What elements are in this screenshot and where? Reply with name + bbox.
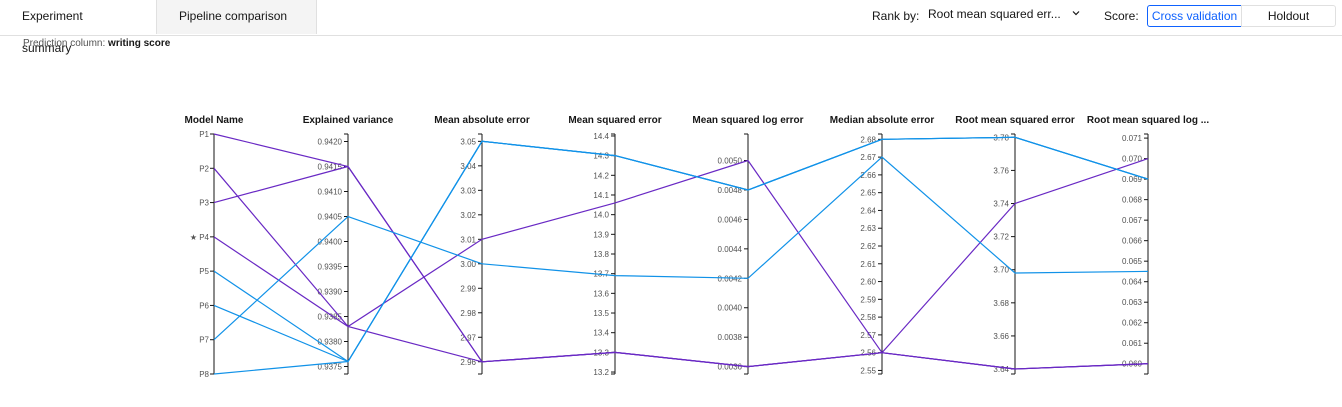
tick-label: 2.67 xyxy=(860,153,876,162)
tick-label: 0.062 xyxy=(1122,319,1143,328)
tick-label: 3.72 xyxy=(993,233,1009,242)
model-label-p5: P5 xyxy=(199,267,209,276)
tick-label: 3.68 xyxy=(993,299,1009,308)
tick-label: 2.68 xyxy=(860,135,876,144)
tick-label: 0.0046 xyxy=(718,215,743,224)
tick-label: 14.2 xyxy=(593,171,609,180)
tick-label: 2.60 xyxy=(860,278,876,287)
tick-label: 2.63 xyxy=(860,224,876,233)
axis-title-root-mean-squared-log: Root mean squared log ... xyxy=(1087,115,1209,126)
tick-label: 13.4 xyxy=(593,329,609,338)
tick-label: 0.070 xyxy=(1122,155,1143,164)
tick-label: 3.01 xyxy=(460,235,476,244)
tick-label: 2.66 xyxy=(860,171,876,180)
tick-label: 0.0038 xyxy=(718,333,743,342)
model-label-p3: P3 xyxy=(199,199,209,208)
tick-label: 3.02 xyxy=(460,211,476,220)
axis-title-mean-absolute-error: Mean absolute error xyxy=(434,115,530,126)
tick-label: 3.05 xyxy=(460,137,476,146)
tick-label: 0.0044 xyxy=(718,245,743,254)
tick-label: 14.0 xyxy=(593,211,609,220)
model-label-p6: P6 xyxy=(199,301,209,310)
tick-label: 0.0050 xyxy=(718,157,743,166)
parallel-coordinates-chart: Model Name P1 P2 P3 ★ P4 P5 P6 P7 P8 Explained va… xyxy=(185,115,1210,379)
tick-label: 3.70 xyxy=(993,266,1009,275)
tick-label: 3.03 xyxy=(460,186,476,195)
tick-label: 0.0042 xyxy=(718,274,743,283)
model-label-p4: ★ P4 xyxy=(190,233,210,242)
series-line-p4 xyxy=(213,158,1149,354)
tick-label: 0.9405 xyxy=(318,213,343,222)
axis-title-mean-squared-log-error: Mean squared log error xyxy=(692,115,803,126)
tick-label: 3.66 xyxy=(993,332,1009,341)
tick-label: 0.065 xyxy=(1122,257,1143,266)
tick-label: 0.066 xyxy=(1122,237,1143,246)
tick-label: 13.5 xyxy=(593,309,609,318)
tick-label: 2.58 xyxy=(860,313,876,322)
axis-title-root-mean-squared-error: Root mean squared error xyxy=(955,115,1075,126)
tick-label: 0.068 xyxy=(1122,196,1143,205)
tick-label: 0.063 xyxy=(1122,298,1143,307)
axis-title-mean-squared-error: Mean squared error xyxy=(568,115,661,126)
model-label-p7: P7 xyxy=(199,336,209,345)
tick-label: 2.57 xyxy=(860,331,876,340)
tick-label: 2.99 xyxy=(460,284,476,293)
model-label-p8: P8 xyxy=(199,370,209,379)
tick-label: 13.9 xyxy=(593,230,609,239)
model-label-p1: P1 xyxy=(199,130,209,139)
tick-label: 0.9410 xyxy=(318,188,343,197)
tick-label: 2.65 xyxy=(860,189,876,198)
tick-label: 13.2 xyxy=(593,368,609,377)
tick-label: 13.6 xyxy=(593,289,609,298)
tick-label: 3.76 xyxy=(993,166,1009,175)
tick-label: 0.9395 xyxy=(318,263,343,272)
tick-label: 0.067 xyxy=(1122,216,1143,225)
tick-label: 0.064 xyxy=(1122,278,1143,287)
tick-label: 2.98 xyxy=(460,309,476,318)
tick-label: 0.0040 xyxy=(718,304,743,313)
tick-label: 14.1 xyxy=(593,191,609,200)
series-line-p7 xyxy=(213,156,1149,341)
tick-label: 0.9420 xyxy=(318,138,343,147)
tick-label: 0.9400 xyxy=(318,238,343,247)
model-label-p2: P2 xyxy=(199,164,209,173)
tick-label: 14.4 xyxy=(593,132,609,141)
tick-label: 0.071 xyxy=(1122,134,1143,143)
axis-title-model-name: Model Name xyxy=(185,115,244,126)
tick-label: 3.74 xyxy=(993,200,1009,209)
tick-label: 2.55 xyxy=(860,366,876,375)
tick-label: 2.61 xyxy=(860,260,876,269)
axis-title-median-absolute-error: Median absolute error xyxy=(830,115,935,126)
tick-label: 0.9380 xyxy=(318,338,343,347)
tick-label: 0.061 xyxy=(1122,339,1143,348)
tick-label: 2.59 xyxy=(860,295,876,304)
tick-label: 2.64 xyxy=(860,206,876,215)
axis-title-explained-variance: Explained variance xyxy=(303,115,394,126)
tick-label: 13.8 xyxy=(593,250,609,259)
tick-label: 2.62 xyxy=(860,242,876,251)
